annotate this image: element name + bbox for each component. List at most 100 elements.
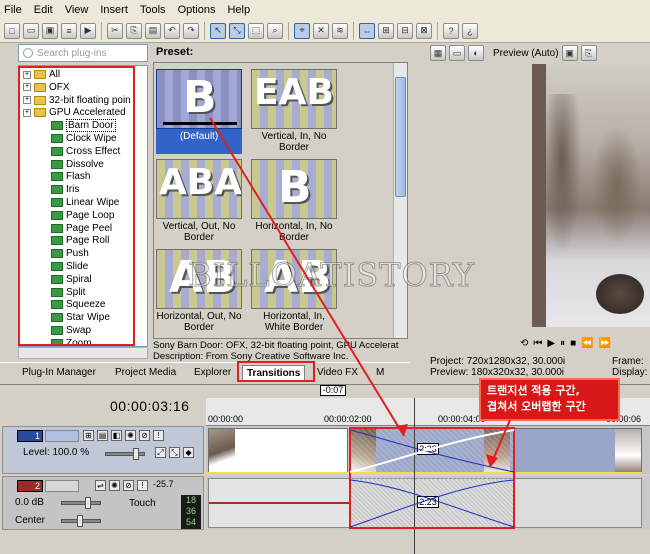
- track-motion-icon[interactable]: ⊞: [83, 430, 94, 441]
- video-clip-1[interactable]: [208, 428, 348, 474]
- auto-crossfade-icon[interactable]: ✕: [313, 22, 329, 39]
- paste-icon[interactable]: ▤: [145, 22, 161, 39]
- tab-project-media[interactable]: Project Media: [111, 365, 180, 380]
- preview-info: Project: 720x1280x32, 30.000i Frame: Prev…: [430, 356, 650, 378]
- properties-icon[interactable]: ≡: [61, 22, 77, 39]
- highlight-box-overlap: [349, 427, 515, 529]
- undo-icon[interactable]: ↶: [164, 22, 180, 39]
- track-buttons: ⇌ ✺ ⊘ !: [95, 480, 148, 491]
- preview-quality-select[interactable]: Preview (Auto): [493, 48, 559, 59]
- annotation-callout: 트랜지션 적용 구간, 겹쳐서 오버랩한 구간: [479, 378, 620, 421]
- track-fx-icon[interactable]: ✺: [109, 480, 120, 491]
- ignore-grouping-icon[interactable]: ⊞: [378, 22, 394, 39]
- prev-frame-icon[interactable]: ⏪: [581, 338, 593, 349]
- auto-ripple-icon[interactable]: ≋: [332, 22, 348, 39]
- volume-slider-knob[interactable]: [85, 497, 91, 509]
- volume-slider[interactable]: [61, 501, 101, 505]
- preset-thumbnail[interactable]: ABA Vertical, Out, No Border: [156, 159, 242, 244]
- plugin-search-placeholder: Search plug-ins: [37, 47, 107, 59]
- redo-icon[interactable]: ↷: [183, 22, 199, 39]
- tab-explorer[interactable]: Explorer: [190, 365, 235, 380]
- ruler-tick: 00:00:02:00: [324, 414, 372, 424]
- menu-file[interactable]: File: [4, 4, 22, 16]
- preset-scrollbar[interactable]: [393, 63, 407, 338]
- split-icon[interactable]: ⊟: [397, 22, 413, 39]
- trim-icon[interactable]: ⊠: [416, 22, 432, 39]
- preview-pot: [596, 274, 644, 314]
- play-icon[interactable]: ▶: [547, 338, 555, 349]
- mute-icon[interactable]: ⊘: [139, 430, 150, 441]
- open-icon[interactable]: ▭: [23, 22, 39, 39]
- pan-slider-knob[interactable]: [77, 515, 83, 527]
- track-name-field[interactable]: [45, 430, 79, 442]
- envelope-tool-icon[interactable]: ⤡: [229, 22, 245, 39]
- level-slider[interactable]: [105, 452, 145, 456]
- pause-icon[interactable]: ⏸: [560, 338, 565, 349]
- collapse-icon[interactable]: ⤡: [169, 447, 180, 458]
- tab-more[interactable]: M: [372, 365, 388, 380]
- parent-composite-icon[interactable]: ▤: [97, 430, 108, 441]
- preset-underline: [163, 122, 237, 125]
- audio-level-meter: 18 36 54: [181, 495, 201, 529]
- render-icon[interactable]: ▶: [80, 22, 96, 39]
- menu-options[interactable]: Options: [178, 4, 216, 16]
- automation-mode[interactable]: Touch: [129, 498, 156, 509]
- tab-video-fx[interactable]: Video FX: [313, 365, 362, 380]
- loop-icon[interactable]: ⟲: [520, 338, 528, 349]
- expand-icon[interactable]: ⤢: [155, 447, 166, 458]
- preset-caption: Horizontal, In, No Border: [255, 221, 333, 243]
- preview-properties-icon[interactable]: ▦: [430, 45, 446, 61]
- preset-thumbnail[interactable]: B Horizontal, In, No Border: [251, 159, 337, 244]
- project-value: 720x1280x32, 30.000i: [466, 356, 566, 367]
- overlays-icon[interactable]: ▣: [561, 45, 578, 61]
- split-screen-icon[interactable]: ◐: [468, 45, 484, 61]
- tab-plugin-manager[interactable]: Plug-In Manager: [18, 365, 100, 380]
- menu-insert[interactable]: Insert: [100, 4, 128, 16]
- track-name-field[interactable]: [45, 480, 79, 492]
- preset-preview-letters: B: [183, 72, 217, 123]
- project-label: Project:: [430, 356, 464, 367]
- toolbar-separator: [288, 21, 289, 40]
- selection-tool-icon[interactable]: ⬚: [248, 22, 264, 39]
- solo-icon[interactable]: !: [153, 430, 164, 441]
- cut-icon[interactable]: ✂: [107, 22, 123, 39]
- whats-this-help-icon[interactable]: ?: [443, 22, 459, 39]
- plugin-tree-scrollbar[interactable]: [18, 347, 148, 359]
- play-from-start-icon[interactable]: ⏮: [533, 338, 542, 349]
- menu-edit[interactable]: Edit: [34, 4, 53, 16]
- copy-snapshot-icon[interactable]: ⎘: [580, 45, 597, 61]
- preview-tree: [542, 94, 582, 254]
- save-icon[interactable]: ▣: [42, 22, 58, 39]
- stop-icon[interactable]: ■: [570, 338, 576, 349]
- invert-phase-icon[interactable]: ⇌: [95, 480, 106, 491]
- external-monitor-icon[interactable]: ▭: [449, 45, 465, 61]
- next-frame-icon[interactable]: ⏩: [599, 338, 611, 349]
- preset-scrollbar-thumb[interactable]: [395, 77, 406, 197]
- preset-thumbnail[interactable]: EAB Vertical, In, No Border: [251, 69, 337, 154]
- meter-scale: 54: [185, 517, 196, 527]
- new-icon[interactable]: □: [4, 22, 20, 39]
- copy-icon[interactable]: ⎘: [126, 22, 142, 39]
- preset-thumbnail[interactable]: B (Default): [156, 69, 242, 154]
- preset-caption: (Default): [179, 131, 219, 142]
- composite-mode-icon[interactable]: ◧: [111, 430, 122, 441]
- preset-preview-image: ABA: [156, 159, 242, 219]
- keyframe-icon[interactable]: ◆: [183, 447, 194, 458]
- preset-preview-image: B: [156, 69, 242, 129]
- cursor-time-marker[interactable]: -0:07: [320, 385, 346, 396]
- menu-help[interactable]: Help: [227, 4, 250, 16]
- track-level: Level: 100.0 %: [23, 447, 90, 458]
- zoom-tool-icon[interactable]: ⌕: [267, 22, 283, 39]
- normal-edit-tool-icon[interactable]: ↖: [210, 22, 226, 39]
- solo-icon[interactable]: !: [137, 480, 148, 491]
- level-slider-knob[interactable]: [133, 448, 139, 460]
- lock-envelopes-icon[interactable]: ⇔: [359, 22, 375, 39]
- plugin-search-input[interactable]: Search plug-ins: [18, 44, 148, 62]
- track-fx-icon[interactable]: ✺: [125, 430, 136, 441]
- snapping-icon[interactable]: ⌖: [294, 22, 310, 39]
- mute-icon[interactable]: ⊘: [123, 480, 134, 491]
- online-help-icon[interactable]: ¿: [462, 22, 478, 39]
- menu-view[interactable]: View: [65, 4, 89, 16]
- menu-tools[interactable]: Tools: [140, 4, 166, 16]
- preview-tree: [592, 124, 642, 244]
